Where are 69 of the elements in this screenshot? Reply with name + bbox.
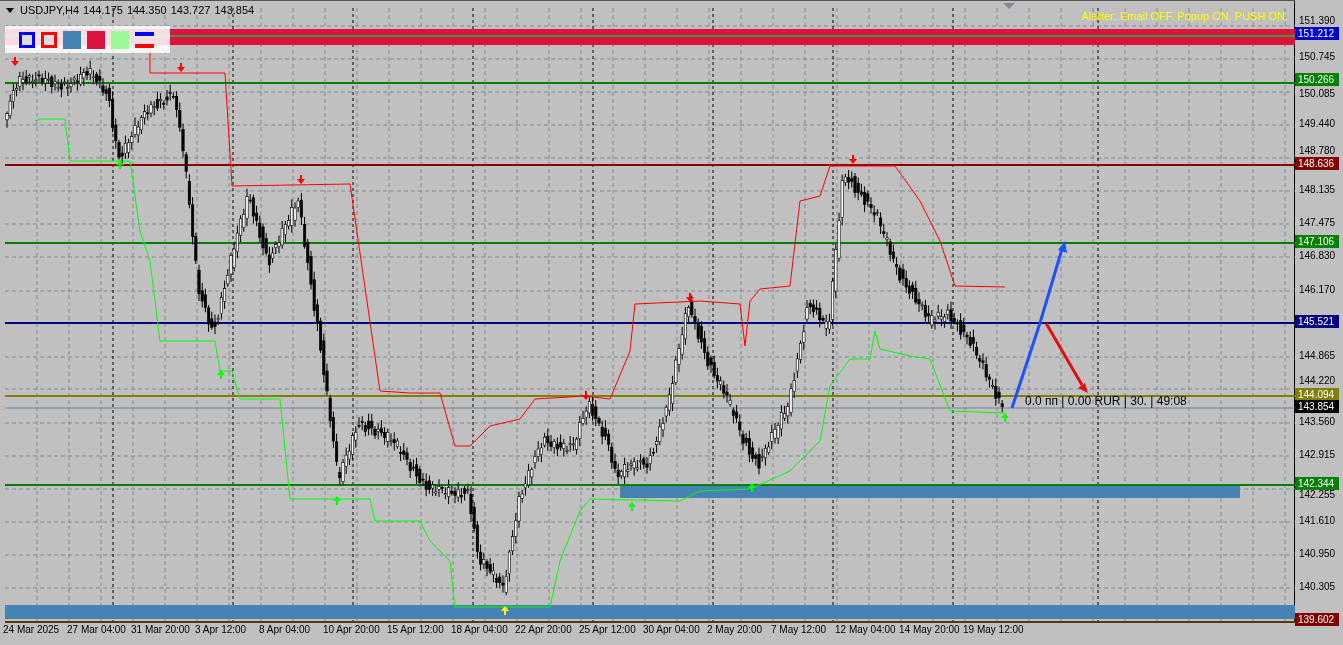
price-tick-label: 141.610 [1299, 514, 1336, 527]
square-outline-icon[interactable] [19, 31, 35, 48]
ohlc-value: 143.727 [170, 4, 211, 16]
time-label: 3 Apr 12:00 [195, 624, 248, 635]
shift-marker-icon[interactable] [1003, 3, 1015, 9]
time-label: 25 Apr 12:00 [579, 624, 637, 635]
trade-info: 0.0 пп | 0.00 RUR | 30. | 49:08 [1025, 396, 1187, 407]
price-level-tag: 142.344 [1295, 477, 1339, 490]
symbol-label: USDJPY,H4 [20, 4, 80, 16]
time-label: 12 May 04:00 [835, 624, 897, 635]
price-level-tag: 147.106 [1295, 235, 1339, 248]
up-arrow-icon [217, 370, 225, 379]
time-label: 22 Apr 20:00 [515, 624, 573, 635]
price-tick-label: 148.780 [1299, 144, 1336, 157]
price-tick-label: 142.915 [1299, 448, 1336, 461]
price-level-tag: 143.854 [1295, 400, 1339, 413]
up-arrow-icon [748, 483, 756, 492]
price-tick-label: 146.830 [1299, 249, 1336, 262]
time-label: 27 Mar 04:00 [67, 624, 127, 635]
price-tick-label: 151.390 [1299, 14, 1336, 27]
down-arrow-icon [177, 63, 185, 72]
filled-square-icon[interactable] [63, 30, 81, 49]
time-label: 2 May 20:00 [707, 624, 764, 635]
time-label: 14 May 20:00 [899, 624, 961, 635]
ohlc-value: 144.175 [83, 4, 123, 16]
price-tick-label: 144.865 [1299, 349, 1336, 362]
down-arrow-icon [11, 57, 19, 66]
price-tick-label: 150.085 [1299, 87, 1336, 100]
ohlc-value: 144.350 [126, 4, 167, 16]
up-arrow-icon [116, 160, 124, 169]
price-level-tag: 145.521 [1295, 315, 1339, 328]
down-arrow-icon [582, 391, 590, 400]
dropdown-icon[interactable] [6, 7, 14, 13]
down-arrow-icon [849, 155, 857, 164]
price-tick-label: 146.170 [1299, 283, 1336, 296]
time-label: 8 Apr 04:00 [259, 624, 312, 635]
price-level-tag: 139.602 [1295, 613, 1339, 626]
up-arrow-icon [1001, 413, 1009, 422]
up-arrow-icon [333, 496, 341, 505]
price-tick-label: 140.950 [1299, 547, 1336, 560]
time-label: 31 Mar 20:00 [131, 624, 191, 635]
price-tick-label: 147.475 [1299, 216, 1336, 229]
price-tick-label: 150.745 [1299, 50, 1336, 63]
price-level-tag: 150.266 [1295, 73, 1339, 86]
horizontal-bars-icon[interactable] [135, 30, 154, 49]
price-tick-label: 144.220 [1299, 374, 1336, 387]
time-label: 30 Apr 04:00 [643, 624, 701, 635]
price-tick-label: 143.560 [1299, 415, 1336, 428]
alerter-status: Alerter: Email OFF. Popup ON. PUSH ON. [1081, 10, 1288, 22]
square-outline-icon[interactable] [41, 31, 57, 48]
price-level-tag: 148.636 [1295, 157, 1339, 170]
time-label: 24 Mar 2025 [3, 624, 61, 635]
time-label: 7 May 12:00 [771, 624, 828, 635]
price-tick-label: 140.305 [1299, 580, 1336, 593]
price-tick-label: 148.135 [1299, 183, 1336, 196]
time-label: 18 Apr 04:00 [451, 624, 509, 635]
time-label: 19 May 12:00 [963, 624, 1025, 635]
time-label: 15 Apr 12:00 [387, 624, 445, 635]
forecast-down-arrow [1044, 322, 1088, 393]
up-arrow-icon [501, 606, 509, 615]
down-arrow-icon [686, 293, 694, 302]
filled-square-icon[interactable] [87, 30, 105, 49]
price-tick-label: 142.255 [1299, 488, 1336, 501]
down-arrow-icon [297, 175, 305, 184]
price-level-tag: 151.212 [1295, 27, 1339, 40]
ohlc-value: 143.854 [214, 4, 255, 16]
time-label: 10 Apr 20:00 [323, 624, 381, 635]
up-arrow-icon [628, 502, 636, 511]
price-tick-label: 149.440 [1299, 117, 1336, 130]
